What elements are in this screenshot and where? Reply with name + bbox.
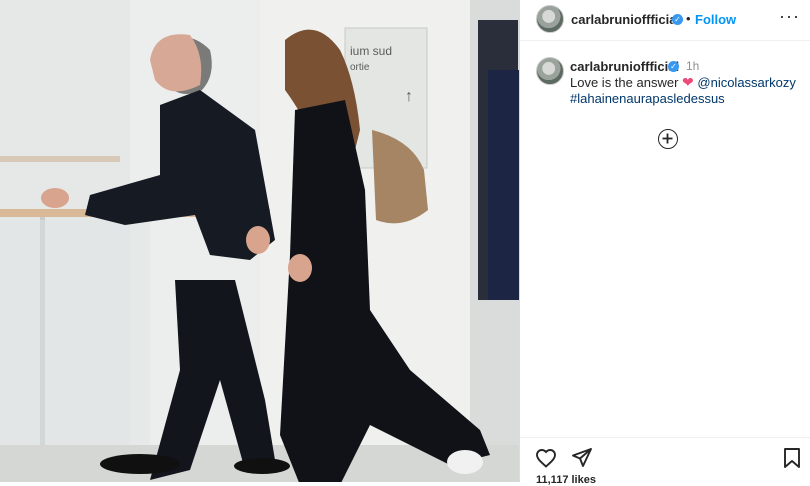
bookmark-icon[interactable] bbox=[782, 446, 802, 470]
verified-icon: ✓ bbox=[672, 14, 683, 25]
caption-avatar[interactable] bbox=[536, 57, 564, 85]
hashtag-link[interactable]: #lahainenaurapasledessus bbox=[570, 91, 725, 106]
follow-button[interactable]: Follow bbox=[695, 12, 736, 27]
avatar[interactable] bbox=[536, 5, 564, 33]
mention-link[interactable]: @nicolassarkozy bbox=[697, 75, 795, 90]
heart-emoji: ❤ bbox=[682, 74, 694, 90]
post-time: 1h bbox=[686, 59, 700, 73]
post-photo[interactable]: ium sud ortie ↑ bbox=[0, 0, 519, 482]
username[interactable]: carlabrunioffficial bbox=[571, 12, 680, 27]
heart-icon[interactable] bbox=[534, 446, 558, 470]
likes-count[interactable]: 11,117 likes bbox=[536, 474, 596, 486]
sign-text: ium sud bbox=[350, 44, 393, 58]
post-side-panel: carlabrunioffficial ✓ • Follow ··· carla… bbox=[520, 0, 810, 486]
more-options-icon[interactable]: ··· bbox=[779, 6, 800, 27]
caption-hashtags: #lahainenaurapasledessus bbox=[570, 91, 725, 106]
post-header: carlabrunioffficial ✓ • Follow ··· bbox=[520, 0, 810, 41]
sign-arrow: ↑ bbox=[405, 88, 413, 105]
photo-scene bbox=[0, 0, 519, 482]
caption-username[interactable]: carlabrunioffficial bbox=[570, 59, 679, 74]
verified-icon: ✓ bbox=[668, 61, 679, 72]
sign-subtext: ortie bbox=[350, 62, 370, 73]
caption-body: Love is the answer bbox=[570, 75, 679, 90]
caption-text: Love is the answer ❤ @nicolassarkozy bbox=[570, 74, 796, 91]
separator: • bbox=[686, 11, 691, 26]
plus-circle-icon[interactable] bbox=[658, 129, 678, 149]
paper-plane-icon[interactable] bbox=[570, 446, 594, 470]
